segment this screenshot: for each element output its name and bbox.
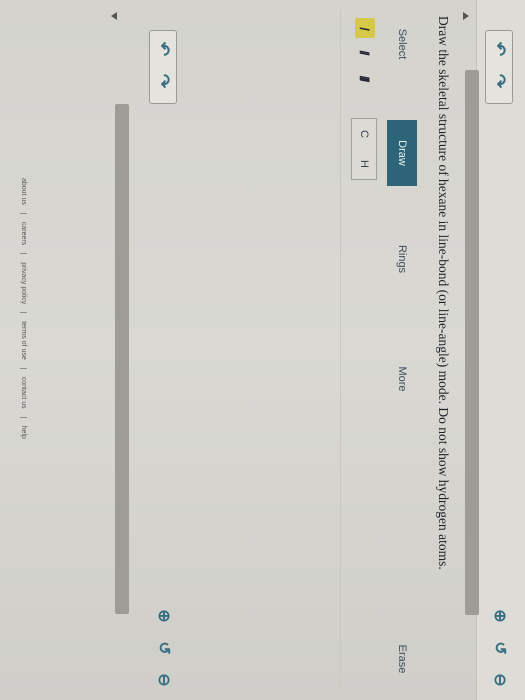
- footer-contact-link[interactable]: contact us: [20, 368, 27, 418]
- zoom-out-icon[interactable]: ⊖: [153, 669, 175, 691]
- footer-privacy-link[interactable]: privacy policy: [20, 254, 27, 314]
- footer-about-link[interactable]: about us: [20, 170, 27, 214]
- undo-redo-group-top: ↶ ↷: [485, 30, 513, 104]
- tab-select[interactable]: Select: [387, 14, 417, 74]
- triple-bond-tool[interactable]: ///: [355, 68, 375, 88]
- top-toolbar: [476, 0, 525, 700]
- expand-down-icon[interactable]: [111, 12, 117, 20]
- question-text: Draw the skeletal structure of hexane in…: [436, 16, 451, 570]
- zoom-in-icon[interactable]: ⊕: [153, 605, 175, 627]
- collapse-up-icon[interactable]: [463, 12, 469, 20]
- footer-careers-link[interactable]: careers: [20, 213, 27, 255]
- zoom-controls-bottom: ⊕ ↺ ⊖: [153, 605, 175, 691]
- reset-zoom-icon[interactable]: ↺: [489, 637, 511, 659]
- tab-more[interactable]: More: [387, 354, 417, 404]
- double-bond-tool[interactable]: //: [355, 42, 375, 62]
- footer-links: about us careers privacy policy terms of…: [20, 170, 27, 447]
- undo-icon[interactable]: ↶: [489, 39, 509, 59]
- draw-tool-row: / // /// C H: [345, 14, 385, 694]
- zoom-controls-top: ⊕ ↺ ⊖: [489, 605, 511, 691]
- zoom-in-icon[interactable]: ⊕: [489, 605, 511, 627]
- tab-erase[interactable]: Erase: [387, 634, 417, 684]
- horizontal-scrollbar-bottom[interactable]: [115, 104, 129, 614]
- footer-help-link[interactable]: help: [20, 418, 27, 447]
- atom-palette: C H: [351, 118, 377, 180]
- zoom-out-icon[interactable]: ⊖: [489, 669, 511, 691]
- footer-terms-link[interactable]: terms of use: [20, 313, 27, 369]
- hydrogen-atom-button[interactable]: H: [358, 160, 370, 168]
- undo-icon[interactable]: ↶: [153, 39, 173, 59]
- carbon-atom-button[interactable]: C: [358, 130, 370, 138]
- drawing-canvas[interactable]: [190, 10, 341, 690]
- tab-rings[interactable]: Rings: [387, 234, 417, 284]
- horizontal-scrollbar-top[interactable]: [465, 70, 479, 615]
- editor-tabs: Select Draw Rings More Erase: [387, 14, 417, 694]
- undo-redo-group-bottom: ↶ ↷: [149, 30, 177, 104]
- reset-zoom-icon[interactable]: ↺: [153, 637, 175, 659]
- redo-icon[interactable]: ↷: [153, 71, 173, 91]
- rotated-screen: ↶ ↷ ⊕ ↺ ⊖ Draw the skeletal structure of…: [0, 0, 525, 700]
- single-bond-tool[interactable]: /: [355, 18, 375, 38]
- tab-draw[interactable]: Draw: [387, 120, 417, 186]
- redo-icon[interactable]: ↷: [489, 71, 509, 91]
